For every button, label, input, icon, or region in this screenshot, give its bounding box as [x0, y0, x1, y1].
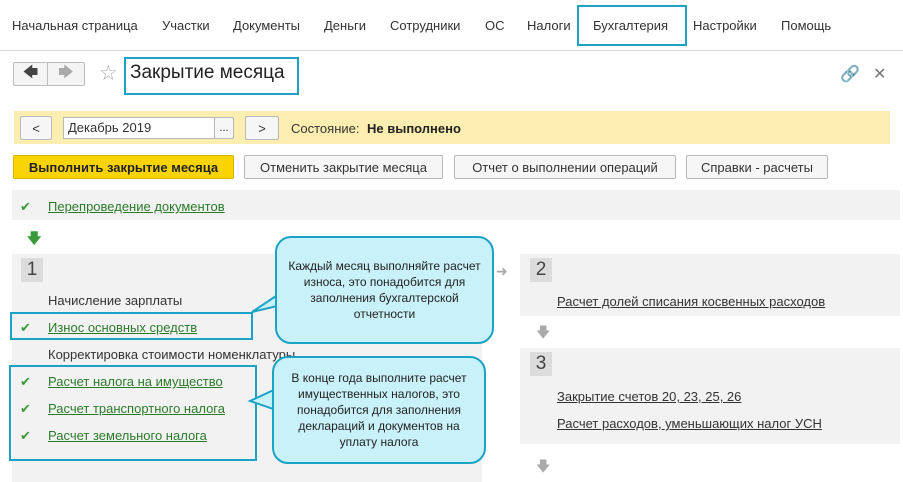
step3-item-usn-expenses[interactable]: Расчет расходов, уменьшающих налог УСН [557, 416, 822, 431]
period-field[interactable]: Декабрь 2019 [63, 117, 215, 139]
step3-number: 3 [530, 352, 552, 376]
menu-item-settings[interactable]: Настройки [693, 18, 757, 33]
menu-item-employees[interactable]: Сотрудники [390, 18, 460, 33]
arrow-down-icon: 🡇 [27, 230, 42, 246]
next-period-button[interactable]: > [245, 116, 279, 140]
period-picker-button[interactable]: ... [214, 117, 234, 139]
step2-number: 2 [530, 258, 552, 282]
depreciation-callout-text: Каждый месяц выполняйте расчет износа, э… [288, 259, 481, 321]
menu-item-sections[interactable]: Участки [162, 18, 210, 33]
close-icon[interactable]: ✕ [873, 64, 886, 84]
taxes-highlight [9, 365, 257, 461]
arrow-left-icon: 🡄 [22, 63, 39, 81]
star-icon[interactable]: ☆ [99, 61, 118, 86]
run-closing-button[interactable]: Выполнить закрытие месяца [13, 155, 234, 179]
step2-item-indirect-costs[interactable]: Расчет долей списания косвенных расходов [557, 294, 825, 309]
menu-item-taxes[interactable]: Налоги [527, 18, 571, 33]
menu-item-help[interactable]: Помощь [781, 18, 831, 33]
link-icon[interactable]: 🔗 [840, 64, 860, 84]
prev-period-button[interactable]: < [20, 116, 52, 140]
step1-number: 1 [21, 258, 43, 282]
repost-documents-link[interactable]: Перепроведение документов [48, 199, 225, 214]
references-button[interactable]: Справки - расчеты [686, 155, 828, 179]
menu-item-documents[interactable]: Документы [233, 18, 300, 33]
step3-item-close-accounts[interactable]: Закрытие счетов 20, 23, 25, 26 [557, 389, 741, 404]
menu-item-fixed-assets[interactable]: ОС [485, 18, 505, 33]
depreciation-highlight [10, 312, 253, 340]
menu-item-money[interactable]: Деньги [324, 18, 366, 33]
check-icon: ✔ [20, 199, 31, 214]
cancel-closing-button[interactable]: Отменить закрытие месяца [244, 155, 443, 179]
arrow-down-icon: 🡇 [536, 458, 551, 474]
accounting-menu-highlight [577, 5, 687, 46]
title-highlight [124, 57, 299, 95]
arrow-down-icon: 🡇 [536, 324, 551, 340]
step1-item-cost-adjustment[interactable]: Корректировка стоимости номенклатуры [48, 347, 295, 362]
taxes-callout-text: В конце года выполните расчет имуществен… [291, 371, 467, 449]
forward-button[interactable]: 🡆 [47, 62, 85, 86]
back-button[interactable]: 🡄 [13, 62, 48, 86]
depreciation-callout: Каждый месяц выполняйте расчет износа, э… [275, 236, 494, 344]
status-value: Не выполнено [367, 121, 461, 136]
arrow-right-icon: 🡆 [58, 63, 74, 81]
taxes-callout: В конце года выполните расчет имуществен… [272, 356, 486, 464]
menu-item-home[interactable]: Начальная страница [12, 18, 138, 33]
main-menu-bar: Начальная страница Участки Документы Ден… [0, 0, 903, 51]
step1-item-payroll[interactable]: Начисление зарплаты [48, 293, 182, 308]
operations-report-button[interactable]: Отчет о выполнении операций [454, 155, 676, 179]
status-label: Состояние: [291, 121, 360, 136]
arrow-right-icon: ➜ [496, 263, 508, 279]
